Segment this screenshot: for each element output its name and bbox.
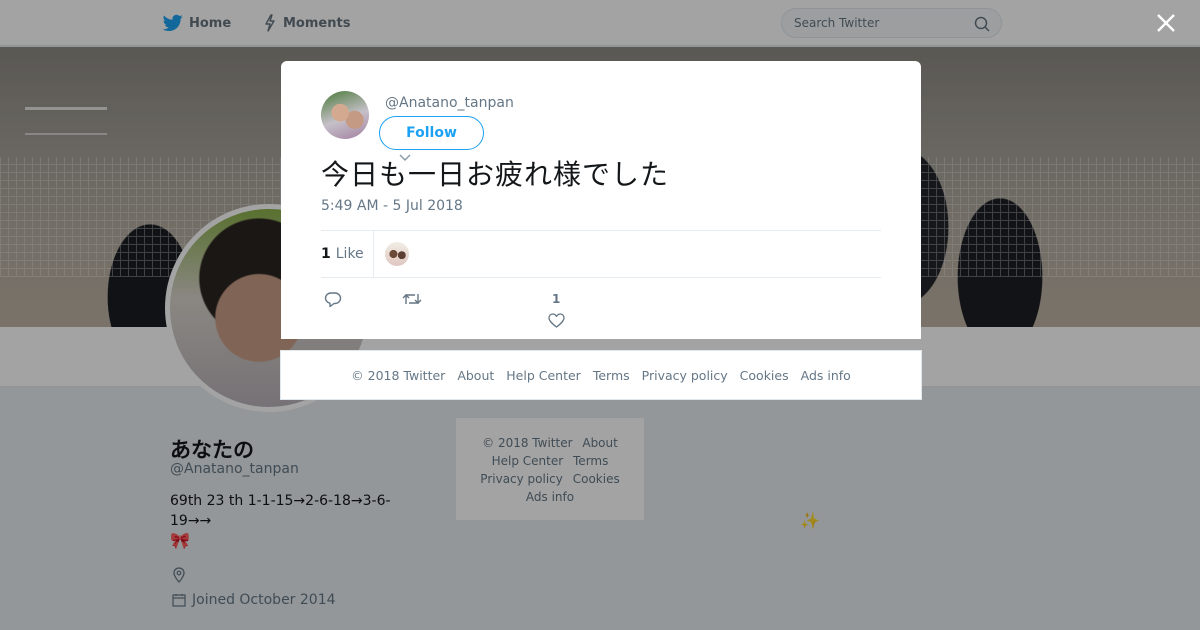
footer-cookies[interactable]: Cookies [740,368,789,383]
tweet-stats: 1 Like [321,230,881,278]
retweet-icon[interactable] [402,291,422,307]
like-stat-count: 1 [321,246,331,262]
footer-copyright: © 2018 Twitter [351,367,446,383]
tweet-actions: 1 [321,289,881,329]
modal-footer: © 2018 Twitter About Help Center Terms P… [280,350,922,400]
liker-avatar[interactable] [385,242,409,266]
heart-icon[interactable] [548,313,565,328]
tweet-modal: @Anatano_tanpan Follow 今日も一日お疲れ様でした 5:49… [281,61,921,339]
tweet-author-avatar[interactable] [321,91,369,139]
reply-icon[interactable] [324,291,342,308]
footer-terms[interactable]: Terms [593,368,630,383]
tweet-timestamp[interactable]: 5:49 AM - 5 Jul 2018 [321,198,463,214]
footer-ads-info[interactable]: Ads info [801,368,851,383]
close-icon[interactable] [1155,12,1177,34]
footer-help-center[interactable]: Help Center [506,368,581,383]
tweet-author-handle[interactable]: @Anatano_tanpan [385,95,514,111]
follow-button[interactable]: Follow [379,116,484,150]
action-like-count: 1 [552,292,561,306]
footer-privacy-policy[interactable]: Privacy policy [642,368,728,383]
like-stat[interactable]: 1 Like [321,231,374,277]
tweet-text: 今日も一日お疲れ様でした [321,158,670,191]
footer-about[interactable]: About [457,368,494,383]
like-stat-label: Like [335,246,364,262]
